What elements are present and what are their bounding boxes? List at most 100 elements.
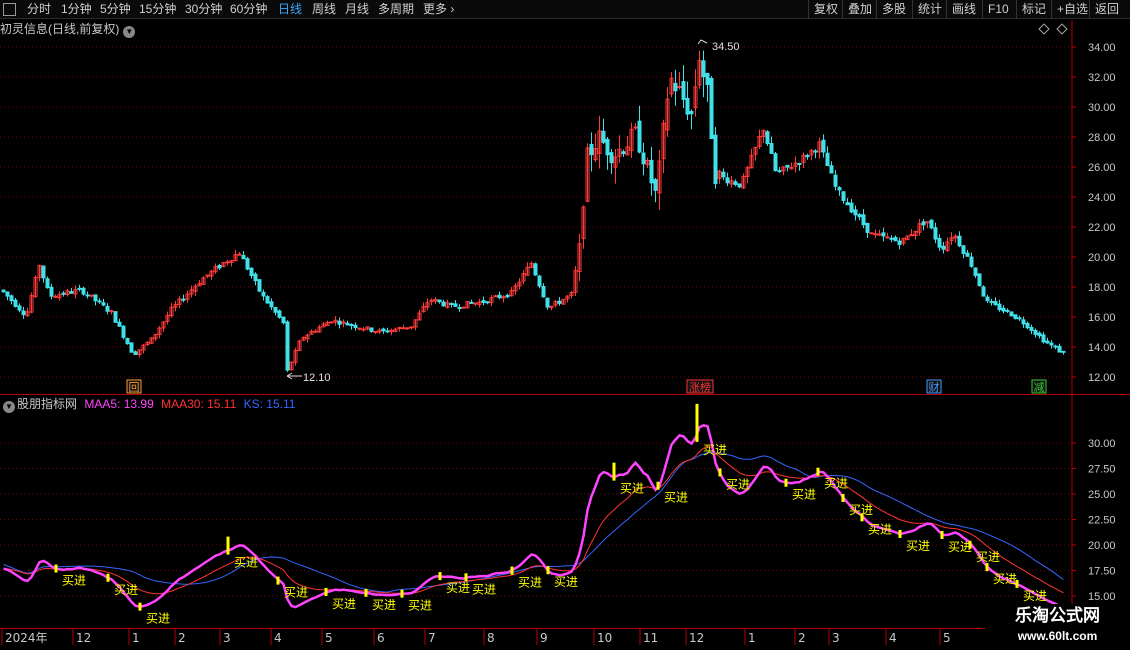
candle-body xyxy=(1013,314,1018,320)
time-axis-label: 6 xyxy=(377,631,385,645)
signal-bar xyxy=(464,573,468,582)
time-axis-label: 9 xyxy=(540,631,548,645)
buy-signal-label: 买进 xyxy=(976,550,1000,564)
candle-body xyxy=(457,307,462,310)
candle-body xyxy=(481,300,486,303)
candle-body xyxy=(705,72,710,86)
signal-bar xyxy=(106,573,110,582)
candle-body xyxy=(281,316,286,324)
buy-signal-label: 买进 xyxy=(114,583,138,597)
time-axis-label: 5 xyxy=(325,631,333,645)
price-tick-label: 24.00 xyxy=(1088,192,1116,204)
candle-body xyxy=(453,303,458,307)
buy-signal-label: 买进 xyxy=(234,556,258,570)
indicator-tick-label: 27.50 xyxy=(1088,464,1116,476)
candle-body xyxy=(249,267,254,276)
candle-body xyxy=(545,297,550,308)
price-tick-label: 28.00 xyxy=(1088,132,1116,144)
chart-canvas[interactable]: 34.00 32.00 30.00 28.00 26.00 24.00 22.00 20.00… xyxy=(0,0,1130,650)
low-price-label: 12.10 xyxy=(303,372,331,384)
candle-body xyxy=(785,164,790,168)
price-tick-label: 22.00 xyxy=(1088,222,1116,234)
candle-body xyxy=(737,183,742,188)
candle-body xyxy=(1053,345,1058,348)
candle-body xyxy=(993,301,998,306)
time-axis-label: 1 xyxy=(132,631,140,645)
candle-body xyxy=(769,142,774,154)
candle-body xyxy=(405,327,410,330)
candle-body xyxy=(9,295,14,302)
candle-body xyxy=(437,299,442,303)
candle-body xyxy=(277,310,282,318)
buy-signal-label: 买进 xyxy=(408,599,432,613)
buy-signal-label: 买进 xyxy=(518,576,542,590)
indicator-tick-label: 15.00 xyxy=(1088,591,1116,603)
candle-body xyxy=(121,325,126,338)
candle-body xyxy=(349,324,354,327)
candle-body xyxy=(833,174,838,187)
buy-signal-label: 买进 xyxy=(372,598,396,612)
event-marker-label: 减 xyxy=(1034,381,1045,394)
candle-body xyxy=(385,330,390,333)
candle-body xyxy=(589,143,594,156)
time-axis-label: 12 xyxy=(76,631,91,645)
candle-body xyxy=(969,256,974,267)
candle-body xyxy=(441,301,446,307)
price-tick-label: 14.00 xyxy=(1088,342,1116,354)
time-axis-label: 2 xyxy=(178,631,186,645)
candle-body xyxy=(641,152,646,165)
watermark: 乐淘公式网 www.60lt.com xyxy=(985,604,1130,650)
candle-body xyxy=(965,252,970,257)
candle-body xyxy=(849,202,854,213)
candle-body xyxy=(1049,342,1054,346)
indicator-tick-label: 17.50 xyxy=(1088,566,1116,578)
buy-signal-label: 买进 xyxy=(906,539,930,553)
candle-body xyxy=(701,60,706,78)
candle-body xyxy=(1029,326,1034,331)
buy-signal-label: 买进 xyxy=(703,443,727,457)
buy-signal-label: 买进 xyxy=(446,581,470,595)
candle-body xyxy=(1021,319,1026,325)
candle-body xyxy=(449,303,454,306)
candle-body xyxy=(609,152,614,164)
candle-body xyxy=(933,227,938,240)
candle-body xyxy=(1017,317,1022,320)
candle-body xyxy=(825,152,830,167)
candle-body xyxy=(1005,309,1010,312)
time-axis-label: 5 xyxy=(943,631,951,645)
candle-body xyxy=(1061,350,1066,353)
candle-body xyxy=(653,179,658,191)
signal-bar xyxy=(784,478,788,487)
signal-bar xyxy=(1015,579,1019,588)
candle-body xyxy=(1,289,6,293)
time-axis-label: 3 xyxy=(223,631,231,645)
candle-body xyxy=(105,305,110,312)
candle-body xyxy=(397,327,402,330)
candle-body xyxy=(49,286,54,297)
candle-body xyxy=(1001,307,1006,312)
candle-body xyxy=(89,294,94,297)
candle-body xyxy=(117,321,122,327)
signal-bar xyxy=(276,576,280,585)
candle-body xyxy=(181,298,186,301)
signal-bar xyxy=(54,564,58,573)
indicator-tick-label: 22.50 xyxy=(1088,515,1116,527)
candle-body xyxy=(1057,345,1062,353)
event-marker-label: 回 xyxy=(129,381,140,394)
candle-body xyxy=(973,267,978,276)
candle-body xyxy=(877,233,882,236)
time-axis-label: 4 xyxy=(274,631,282,645)
candle-body xyxy=(813,150,818,153)
candle-body xyxy=(381,328,386,332)
candle-body xyxy=(61,292,66,295)
time-axis-label: 2 xyxy=(798,631,806,645)
signal-bar xyxy=(546,566,550,575)
candle-body xyxy=(1009,311,1014,317)
buy-signal-label: 买进 xyxy=(993,572,1017,586)
candle-body xyxy=(217,264,222,269)
candle-body xyxy=(13,299,18,307)
candle-body xyxy=(109,310,114,313)
candle-body xyxy=(633,126,638,129)
candle-body xyxy=(505,294,510,298)
candle-body xyxy=(337,320,342,325)
